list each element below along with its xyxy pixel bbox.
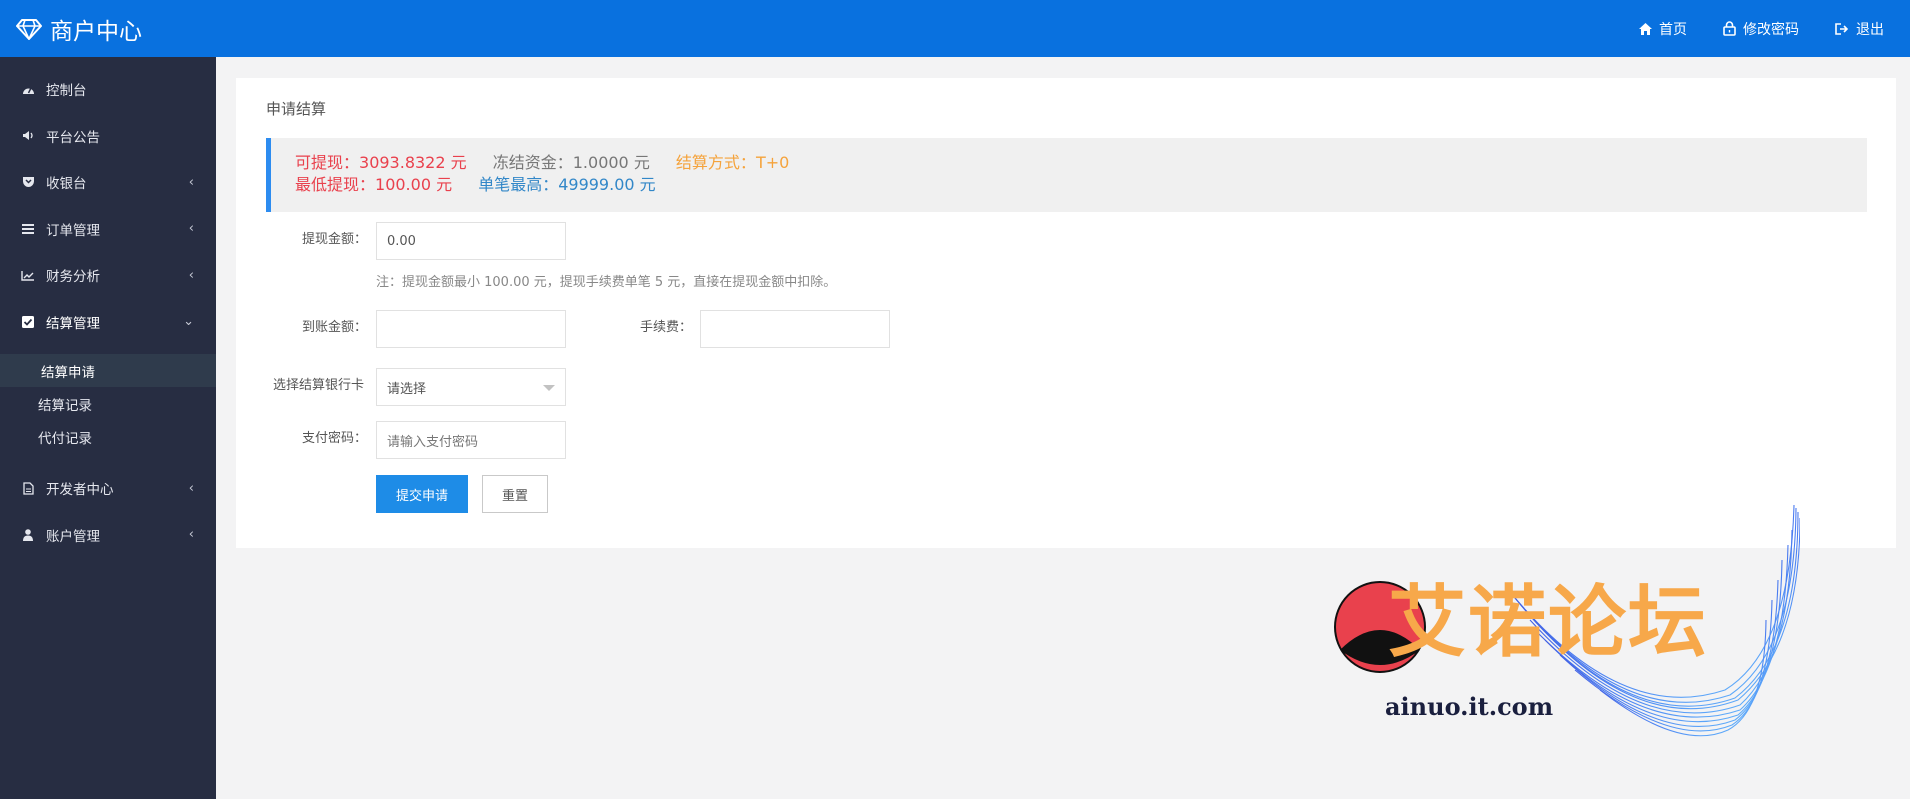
max-label: 单笔最高： — [478, 175, 559, 194]
top-header: 商户中心 首页 修改密码 退出 — [0, 0, 1910, 57]
sidebar-item-label: 平台公告 — [46, 129, 100, 146]
sidebar-item-label: 订单管理 — [46, 222, 100, 239]
sidebar-subitem-apply[interactable]: 结算申请 — [0, 354, 216, 387]
received-amount-label: 到账金额： — [302, 320, 368, 335]
sidebar-subitem-records[interactable]: 结算记录 — [0, 387, 216, 420]
min-label: 最低提现： — [295, 175, 376, 194]
sidebar-item-cashier[interactable]: 收银台 ‹ — [0, 159, 216, 206]
sidebar-item-label: 开发者中心 — [46, 482, 114, 499]
lock-icon — [1723, 21, 1736, 36]
bank-card-select[interactable]: 请选择 — [376, 368, 566, 406]
sidebar-menu-lower: 开发者中心 ‹ 账户管理 ‹ — [0, 465, 216, 558]
min-withdrawal: 最低提现：100.00 元 — [295, 175, 452, 194]
balance-row-1: 可提现：3093.8322 元 冻结资金：1.0000 元 结算方式：T+0 — [295, 152, 1867, 174]
fee-input[interactable] — [700, 310, 890, 348]
sidebar-item-label: 控制台 — [46, 83, 87, 100]
received-amount-input[interactable] — [376, 310, 566, 348]
checkbox-icon — [20, 315, 36, 328]
method-value: T+0 — [755, 153, 790, 172]
diamond-icon — [16, 18, 42, 40]
frozen-funds: 冻结资金：1.0000 元 — [493, 153, 650, 172]
dropdown-arrow-icon — [543, 385, 555, 391]
settlement-submenu: 结算申请 结算记录 代付记录 — [0, 354, 216, 453]
password-label: 支付密码： — [302, 431, 368, 446]
list-icon — [20, 223, 36, 234]
page-title: 申请结算 — [266, 100, 327, 118]
bank-card-selected: 请选择 — [387, 381, 427, 397]
sidebar-subitem-payouts[interactable]: 代付记录 — [0, 420, 216, 453]
brand-title: 商户中心 — [50, 18, 142, 45]
chevron-left-icon: ‹ — [188, 221, 194, 237]
logout-icon — [1835, 22, 1849, 35]
balance-row-2: 最低提现：100.00 元 单笔最高：49999.00 元 — [295, 174, 1867, 196]
sidebar-item-account[interactable]: 账户管理 ‹ — [0, 512, 216, 559]
top-nav: 首页 修改密码 退出 — [1639, 0, 1884, 57]
chevron-left-icon: ‹ — [188, 527, 194, 543]
chevron-left-icon: ‹ — [188, 174, 194, 190]
min-value: 100.00 元 — [375, 175, 453, 194]
bank-card-label: 选择结算银行卡 — [273, 378, 365, 393]
user-icon — [20, 528, 36, 541]
nav-home-label: 首页 — [1659, 21, 1687, 38]
sidebar: 控制台 平台公告 收银台 ‹ 订单管理 ‹ 财务分析 ‹ 结算管理 ⌄ 结算申请… — [0, 57, 216, 799]
nav-change-password-label: 修改密码 — [1743, 21, 1799, 38]
password-input[interactable]: 请输入支付密码 — [376, 421, 566, 459]
sidebar-item-orders[interactable]: 订单管理 ‹ — [0, 206, 216, 253]
withdrawal-hint: 注：提现金额最小 100.00 元，提现手续费单笔 5 元，直接在提现金额中扣除… — [376, 275, 837, 290]
max-value: 49999.00 元 — [558, 175, 656, 194]
watermark-logo: 艾诺论坛 ainuo.it.com — [1320, 500, 1800, 760]
sidebar-item-label: 收银台 — [46, 176, 87, 193]
nav-logout[interactable]: 退出 — [1835, 19, 1884, 39]
sidebar-item-label: 结算管理 — [46, 315, 100, 332]
amount-input[interactable]: 0.00 — [376, 222, 566, 260]
nav-change-password[interactable]: 修改密码 — [1723, 19, 1799, 39]
max-withdrawal: 单笔最高：49999.00 元 — [478, 175, 655, 194]
amount-label: 提现金额： — [302, 232, 368, 247]
password-placeholder: 请输入支付密码 — [387, 434, 479, 450]
balance-info-panel: 可提现：3093.8322 元 冻结资金：1.0000 元 结算方式：T+0 最… — [266, 138, 1867, 212]
sidebar-menu: 控制台 平台公告 收银台 ‹ 订单管理 ‹ 财务分析 ‹ 结算管理 ⌄ — [0, 57, 216, 345]
home-icon — [1639, 22, 1652, 35]
amount-value: 0.00 — [387, 233, 416, 249]
sidebar-item-label: 账户管理 — [46, 528, 100, 545]
chevron-down-icon: ⌄ — [183, 314, 194, 330]
watermark-text: 艾诺论坛 — [1388, 578, 1709, 668]
available-balance: 可提现：3093.8322 元 — [295, 153, 467, 172]
brand[interactable]: 商户中心 — [0, 12, 142, 46]
watermark-url: ainuo.it.com — [1385, 692, 1554, 721]
sidebar-item-dashboard[interactable]: 控制台 — [0, 66, 216, 113]
line-chart-icon — [20, 270, 36, 281]
frozen-label: 冻结资金： — [492, 153, 573, 172]
sidebar-item-settlement[interactable]: 结算管理 ⌄ — [0, 299, 216, 346]
sidebar-item-developer[interactable]: 开发者中心 ‹ — [0, 465, 216, 512]
nav-home[interactable]: 首页 — [1639, 19, 1687, 39]
speaker-icon — [20, 130, 36, 141]
dashboard-icon — [20, 84, 36, 95]
reset-button[interactable]: 重置 — [482, 475, 548, 513]
nav-logout-label: 退出 — [1856, 21, 1884, 38]
shield-icon — [20, 176, 36, 188]
settlement-method: 结算方式：T+0 — [676, 153, 789, 172]
sidebar-item-finance[interactable]: 财务分析 ‹ — [0, 252, 216, 299]
available-value: 3093.8322 元 — [359, 153, 467, 172]
settlement-card: 申请结算 可提现：3093.8322 元 冻结资金：1.0000 元 结算方式：… — [236, 78, 1896, 548]
sidebar-item-announcements[interactable]: 平台公告 — [0, 113, 216, 160]
submit-button[interactable]: 提交申请 — [376, 475, 468, 513]
frozen-value: 1.0000 元 — [572, 153, 650, 172]
fee-label: 手续费： — [640, 320, 693, 335]
sidebar-item-label: 财务分析 — [46, 269, 100, 286]
method-label: 结算方式： — [675, 153, 756, 172]
available-label: 可提现： — [295, 153, 360, 172]
chevron-left-icon: ‹ — [188, 267, 194, 283]
chevron-left-icon: ‹ — [188, 480, 194, 496]
document-icon — [20, 482, 36, 495]
